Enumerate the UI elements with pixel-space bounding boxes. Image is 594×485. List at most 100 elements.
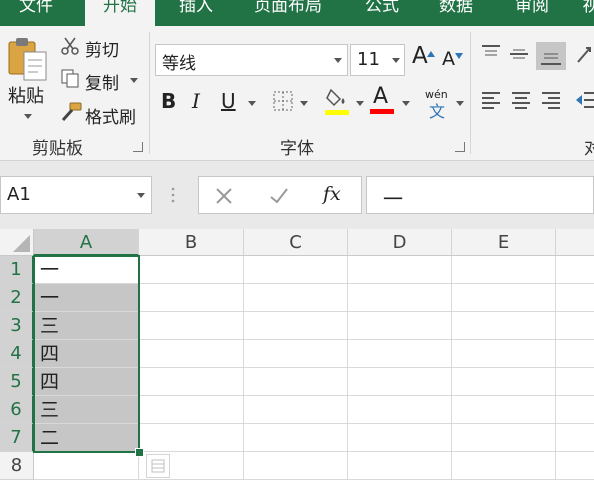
cell-f1[interactable] (556, 256, 594, 284)
quick-analysis-icon[interactable] (146, 454, 170, 478)
paste-icon[interactable] (6, 36, 50, 86)
cell-b3[interactable] (139, 312, 244, 340)
bottom-align-icon[interactable] (536, 42, 566, 70)
column-header-a[interactable]: A (34, 229, 139, 256)
tab-formulas[interactable]: 公式 (352, 0, 412, 26)
font-color-icon[interactable]: A (370, 84, 398, 116)
paste-dropdown-caret[interactable] (24, 114, 32, 119)
row-header-6[interactable]: 6 (0, 396, 34, 424)
paste-button-label[interactable]: 粘贴 (8, 82, 44, 108)
cell-c5[interactable] (244, 368, 348, 396)
font-size-dropdown-caret[interactable] (392, 58, 400, 63)
copy-dropdown-caret[interactable] (130, 78, 138, 83)
cell-e5[interactable] (452, 368, 556, 396)
cell-f5[interactable] (556, 368, 594, 396)
select-all-corner[interactable] (0, 229, 34, 256)
fill-color-icon[interactable] (325, 86, 351, 116)
cell-c7[interactable] (244, 424, 348, 452)
formula-input[interactable]: 一 (366, 176, 594, 214)
cell-e2[interactable] (452, 284, 556, 312)
cell-c4[interactable] (244, 340, 348, 368)
phonetic-guide-char[interactable]: 文 (429, 98, 445, 122)
align-left-icon[interactable] (480, 90, 502, 110)
name-box[interactable]: A1 (0, 176, 152, 214)
tab-view[interactable]: 视 (576, 0, 594, 26)
row-header-7[interactable]: 7 (0, 424, 34, 452)
bold-button[interactable]: B (161, 89, 176, 113)
underline-dropdown-caret[interactable] (248, 101, 256, 106)
font-name-box[interactable]: 等线 (155, 44, 348, 76)
name-box-dropdown-caret[interactable] (137, 193, 145, 198)
tab-data[interactable]: 数据 (426, 0, 486, 26)
cell-e4[interactable] (452, 340, 556, 368)
cell-b7[interactable] (139, 424, 244, 452)
cell-f6[interactable] (556, 396, 594, 424)
cell-f3[interactable] (556, 312, 594, 340)
cell-a8[interactable] (34, 452, 139, 480)
cell-d1[interactable] (348, 256, 452, 284)
top-align-icon[interactable] (480, 44, 502, 60)
cell-d3[interactable] (348, 312, 452, 340)
cell-b6[interactable] (139, 396, 244, 424)
cell-d2[interactable] (348, 284, 452, 312)
row-header-1[interactable]: 1 (0, 256, 34, 284)
clipboard-dialog-launcher[interactable] (133, 142, 143, 152)
tab-review[interactable]: 审阅 (502, 0, 562, 26)
cell-d7[interactable] (348, 424, 452, 452)
cell-b4[interactable] (139, 340, 244, 368)
font-name-dropdown-caret[interactable] (334, 58, 342, 63)
underline-button[interactable]: U (221, 89, 236, 113)
cell-e1[interactable] (452, 256, 556, 284)
column-header-c[interactable]: C (244, 229, 348, 256)
cell-e7[interactable] (452, 424, 556, 452)
decrease-indent-icon[interactable] (574, 90, 594, 110)
cell-f4[interactable] (556, 340, 594, 368)
increase-font-size-button[interactable]: A (412, 43, 428, 69)
tab-home[interactable]: 开始 (85, 0, 155, 26)
cell-c3[interactable] (244, 312, 348, 340)
tab-insert[interactable]: 插入 (164, 0, 228, 26)
column-header-b[interactable]: B (139, 229, 244, 256)
cell-f2[interactable] (556, 284, 594, 312)
align-right-icon[interactable] (540, 90, 562, 110)
column-header-d[interactable]: D (348, 229, 452, 256)
insert-function-button[interactable]: fx (323, 183, 341, 205)
row-header-5[interactable]: 5 (0, 368, 34, 396)
cell-d5[interactable] (348, 368, 452, 396)
cell-e8[interactable] (452, 452, 556, 480)
cell-c1[interactable] (244, 256, 348, 284)
copy-button[interactable]: 复制 (85, 69, 119, 94)
borders-icon[interactable] (272, 90, 294, 112)
cell-e6[interactable] (452, 396, 556, 424)
row-header-3[interactable]: 3 (0, 312, 34, 340)
orientation-icon[interactable] (574, 44, 594, 66)
format-painter-button[interactable]: 格式刷 (85, 103, 136, 128)
column-header-e[interactable]: E (452, 229, 556, 256)
cell-c6[interactable] (244, 396, 348, 424)
cell-d8[interactable] (348, 452, 452, 480)
align-center-icon[interactable] (510, 90, 532, 110)
cell-d6[interactable] (348, 396, 452, 424)
tab-file[interactable]: 文件 (6, 0, 66, 26)
decrease-font-size-button[interactable]: A (442, 48, 455, 70)
cut-button[interactable]: 剪切 (85, 36, 119, 61)
cell-b5[interactable] (139, 368, 244, 396)
cancel-entry-icon[interactable] (215, 187, 233, 205)
cell-c2[interactable] (244, 284, 348, 312)
fill-handle[interactable] (135, 448, 144, 457)
phonetic-dropdown-caret[interactable] (456, 101, 464, 106)
column-header-f[interactable] (556, 229, 594, 256)
middle-align-icon[interactable] (508, 46, 530, 62)
row-header-8[interactable]: 8 (0, 452, 34, 480)
confirm-entry-icon[interactable] (269, 187, 289, 205)
cell-b2[interactable] (139, 284, 244, 312)
tab-page-layout[interactable]: 页面布局 (240, 0, 336, 26)
row-header-2[interactable]: 2 (0, 284, 34, 312)
italic-button[interactable]: I (192, 89, 200, 113)
borders-dropdown-caret[interactable] (300, 101, 308, 106)
row-header-4[interactable]: 4 (0, 340, 34, 368)
cell-c8[interactable] (244, 452, 348, 480)
cell-b1[interactable] (139, 256, 244, 284)
cell-f8[interactable] (556, 452, 594, 480)
cell-d4[interactable] (348, 340, 452, 368)
